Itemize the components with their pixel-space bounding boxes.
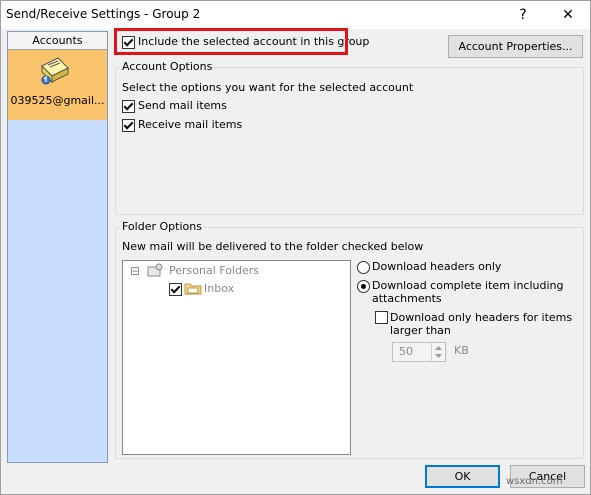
download-headers-only-label: Download headers only	[372, 260, 502, 273]
download-complete-item-radio[interactable]	[357, 280, 370, 293]
send-mail-label: Send mail items	[138, 99, 227, 112]
folder-options-description: New mail will be delivered to the folder…	[122, 240, 424, 253]
folder-tree[interactable]: ⊟ Personal Folders Inbox	[122, 260, 351, 455]
receive-mail-checkbox[interactable]	[122, 119, 135, 132]
download-headers-larger-label-2: larger than	[390, 324, 451, 337]
highlight-box	[114, 28, 348, 55]
window-title: Send/Receive Settings - Group 2	[6, 7, 201, 21]
sidebar-item-account[interactable]: 039525@gmail...	[8, 50, 107, 120]
help-button[interactable]: ?	[509, 4, 537, 26]
download-complete-item-label-2: attachments	[372, 292, 442, 305]
inbox-folder-icon	[184, 283, 202, 295]
account-label: 039525@gmail...	[10, 94, 105, 107]
account-properties-button[interactable]: Account Properties...	[448, 35, 583, 58]
tree-expander-icon[interactable]: ⊟	[130, 264, 140, 278]
size-unit-label: KB	[454, 344, 469, 357]
download-headers-larger-label-1: Download only headers for items	[390, 311, 573, 324]
inbox-checkbox[interactable]	[169, 283, 182, 296]
personal-folders-icon	[147, 263, 163, 277]
accounts-sidebar: Accounts 039525@gmail...	[7, 31, 108, 463]
watermark-text: wsxdn.com	[506, 476, 563, 487]
account-options-title: Account Options	[120, 60, 215, 73]
receive-mail-label: Receive mail items	[138, 118, 243, 131]
account-options-description: Select the options you want for the sele…	[122, 81, 414, 94]
title-bar: Send/Receive Settings - Group 2 ? ✕	[1, 1, 590, 29]
personal-folders-label[interactable]: Personal Folders	[169, 264, 259, 277]
accounts-header[interactable]: Accounts	[8, 32, 107, 50]
spinner-arrows[interactable]	[431, 343, 445, 361]
download-headers-only-radio[interactable]	[357, 261, 370, 274]
size-spinner[interactable]: 50	[392, 342, 446, 362]
mail-account-icon	[41, 57, 69, 85]
folder-options-title: Folder Options	[120, 220, 204, 233]
close-button[interactable]: ✕	[554, 4, 582, 26]
send-receive-settings-dialog: Send/Receive Settings - Group 2 ? ✕ Acco…	[0, 0, 591, 495]
send-mail-checkbox[interactable]	[122, 100, 135, 113]
size-value: 50	[399, 345, 413, 358]
inbox-label[interactable]: Inbox	[204, 282, 234, 295]
download-headers-larger-checkbox[interactable]	[375, 311, 388, 324]
spinner-up-down-icon	[435, 346, 442, 358]
download-complete-item-label-1: Download complete item including	[372, 279, 564, 292]
ok-button[interactable]: OK	[425, 465, 500, 488]
